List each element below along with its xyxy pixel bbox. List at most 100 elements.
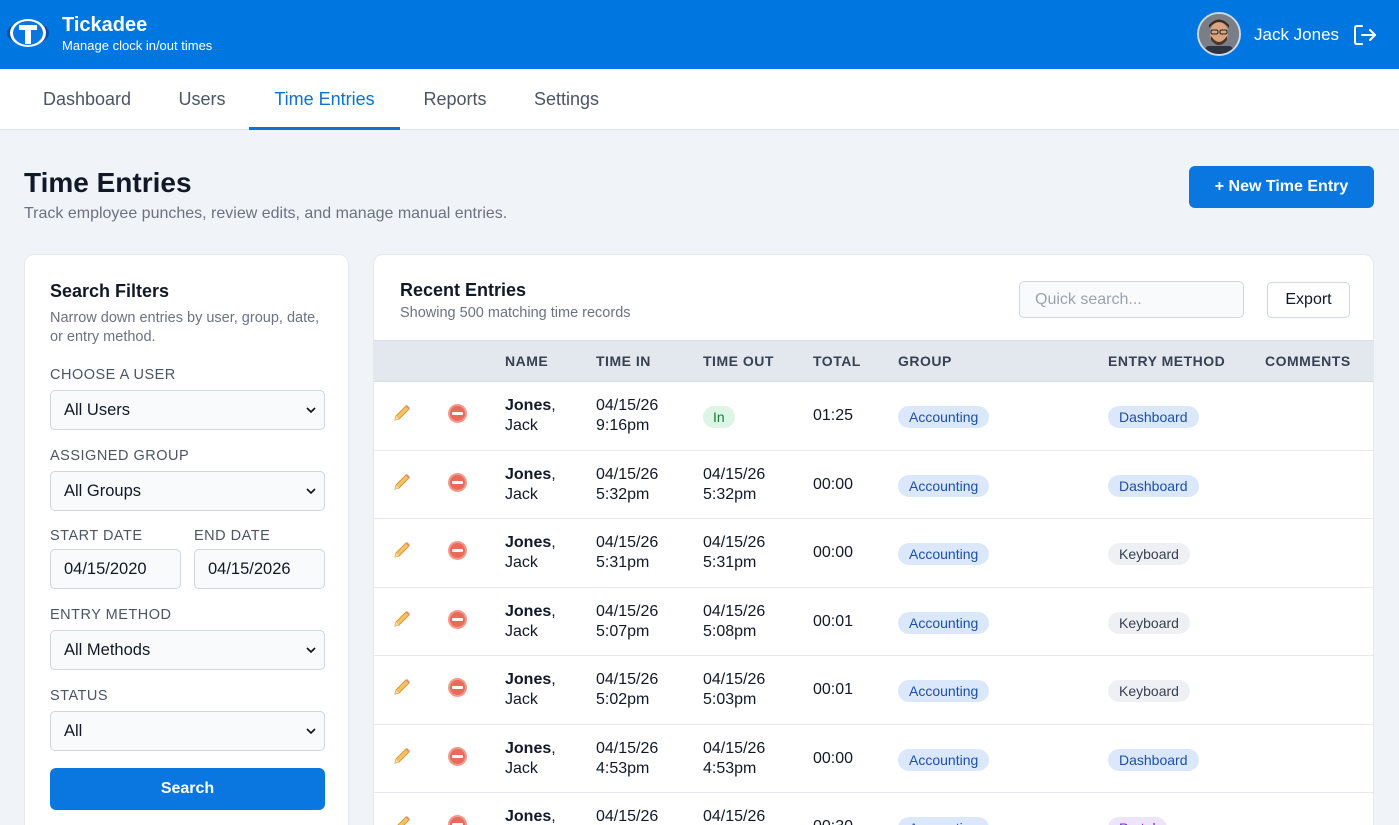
entry-method-badge: Portal [1108,817,1167,825]
group-badge: Accounting [898,748,990,771]
delete-icon[interactable] [447,540,468,561]
entry-method-badge: Dashboard [1108,406,1199,428]
page-subtitle: Track employee punches, review edits, an… [24,205,508,222]
entry-time-in: 04/15/26 5:02pm [596,671,659,708]
entry-time-out: 04/15/26 5:08pm [703,602,766,640]
entry-time-in: 04/15/26 [596,808,659,825]
col-entry-method[interactable]: ENTRY METHOD [1108,341,1225,381]
chevron-down-icon [306,488,316,495]
recent-entries-card: Recent Entries Showing 500 matching time… [373,254,1374,825]
entry-time-out: 04/15/26 5:31pm [703,534,766,571]
entry-name: Jones,Jack [505,534,556,571]
top-bar: Tickadee Manage clock in/out times Jack … [0,0,1399,69]
app-tagline: Manage clock in/out times [62,38,213,53]
method-select-value: All Methods [64,641,151,659]
app-name: Tickadee [62,14,148,36]
group-badge: Accounting [898,406,990,428]
start-date-label: START DATE [50,528,143,544]
tab-users[interactable]: Users [163,69,241,130]
entries-title: Recent Entries [400,280,527,300]
filters-description: Narrow down entries by user, group, date… [50,310,320,345]
delete-icon[interactable] [447,609,468,630]
col-time-out[interactable]: TIME OUT [703,341,774,381]
start-date-input[interactable]: 04/15/2020 [50,549,181,589]
export-button[interactable]: Export [1267,282,1350,318]
status-select-value: All [64,722,83,740]
table-row[interactable]: Jones, Jack 04/15/26 5:31pm 04/15/26 5:31pm 00… [374,519,1373,588]
method-select[interactable]: All Methods [50,630,325,670]
status-select[interactable]: All [50,711,325,751]
pencil-icon[interactable] [391,813,413,825]
user-select-value: All Users [64,401,131,419]
entry-time-in: 04/15/26 4:53pm [596,739,659,777]
entry-name: Jones,Jack [505,739,556,777]
entry-time-in: 04/15/26 5:31pm [596,534,659,571]
end-date-input[interactable]: 04/15/2026 [194,549,325,589]
avatar-portrait-icon [1199,14,1239,54]
entry-total: 00:01 [813,612,854,630]
entry-total: 00:30 [813,817,853,825]
search-button[interactable]: Search [50,768,325,810]
method-filter-label: ENTRY METHOD [50,607,172,623]
user-filter-label: CHOOSE A USER [50,367,176,383]
entry-name: Jones,Jack [505,397,556,434]
table-row[interactable]: Jones, Jack 04/15/26 4:53pm 04/15/26 4:53pm 00… [374,725,1373,793]
entries-count: Showing 500 matching time records [400,305,631,321]
end-date-label: END DATE [194,528,271,544]
col-name[interactable]: NAME [505,341,548,381]
tab-time-entries[interactable]: Time Entries [249,69,400,130]
user-select[interactable]: All Users [50,390,325,430]
entry-total: 00:00 [813,749,854,767]
entry-total: 00:00 [813,475,854,493]
pencil-icon[interactable] [391,471,413,493]
col-time-in[interactable]: TIME IN [596,341,651,381]
entry-name: Jones,Jack [505,808,556,825]
entry-total: 00:01 [813,681,854,698]
group-badge: Accounting [898,611,990,634]
status-filter-label: STATUS [50,688,109,704]
quick-search-input[interactable] [1019,281,1244,318]
delete-icon[interactable] [447,814,468,825]
delete-icon[interactable] [447,677,468,698]
entry-method-badge: Keyboard [1108,611,1190,634]
pencil-icon[interactable] [391,539,413,561]
col-total[interactable]: TOTAL [813,341,861,381]
entry-name: Jones,Jack [505,602,556,640]
tab-settings[interactable]: Settings [518,69,615,130]
tickadee-logo-icon [7,19,49,47]
logout-icon[interactable] [1352,22,1378,48]
entry-time-out: 04/15/26 5:32pm [703,465,766,503]
group-select-value: All Groups [64,482,142,500]
page-title: Time Entries [24,167,192,198]
entry-name: Jones,Jack [505,671,556,708]
delete-icon[interactable] [447,403,468,424]
entry-time-in: 04/15/26 5:32pm [596,465,659,503]
entry-time-out: 04/15/26 4:53pm [703,739,766,777]
col-group[interactable]: GROUP [898,341,952,381]
col-comments[interactable]: COMMENTS [1265,341,1351,381]
entry-method-badge: Dashboard [1108,748,1199,771]
pencil-icon[interactable] [391,676,413,698]
table-row[interactable]: Jones, Jack 04/15/26 5:32pm 04/15/26 5:32pm 00… [374,451,1373,519]
entry-time-out: 04/15/26 [703,808,766,825]
group-select[interactable]: All Groups [50,471,325,511]
chevron-down-icon [306,407,316,414]
group-badge: Accounting [898,543,990,565]
group-badge: Accounting [898,680,990,702]
pencil-icon[interactable] [391,608,413,630]
pencil-icon[interactable] [391,745,413,767]
tab-dashboard[interactable]: Dashboard [24,69,150,130]
table-row[interactable]: Jones,Jack 04/15/26 04/15/26 00:30 Accountin… [374,793,1373,825]
entry-total: 01:25 [813,407,854,424]
delete-icon[interactable] [447,746,468,767]
pencil-icon[interactable] [391,402,413,424]
table-row[interactable]: Jones, Jack 04/15/26 5:07pm 04/15/26 5:08pm 00… [374,588,1373,656]
entry-time-in: 04/15/26 9:16pm [596,397,659,434]
user-avatar[interactable] [1197,12,1241,56]
new-time-entry-button[interactable]: + New Time Entry [1189,166,1374,208]
tab-reports[interactable]: Reports [408,69,502,130]
table-row[interactable]: Jones, Jack 04/15/26 5:02pm 04/15/26 5:03pm 00… [374,656,1373,725]
delete-icon[interactable] [447,472,468,493]
table-row[interactable]: Jones, Jack 04/15/26 9:16pm In 01:25 Accountin… [374,382,1373,451]
user-name[interactable]: Jack Jones [1254,25,1339,45]
